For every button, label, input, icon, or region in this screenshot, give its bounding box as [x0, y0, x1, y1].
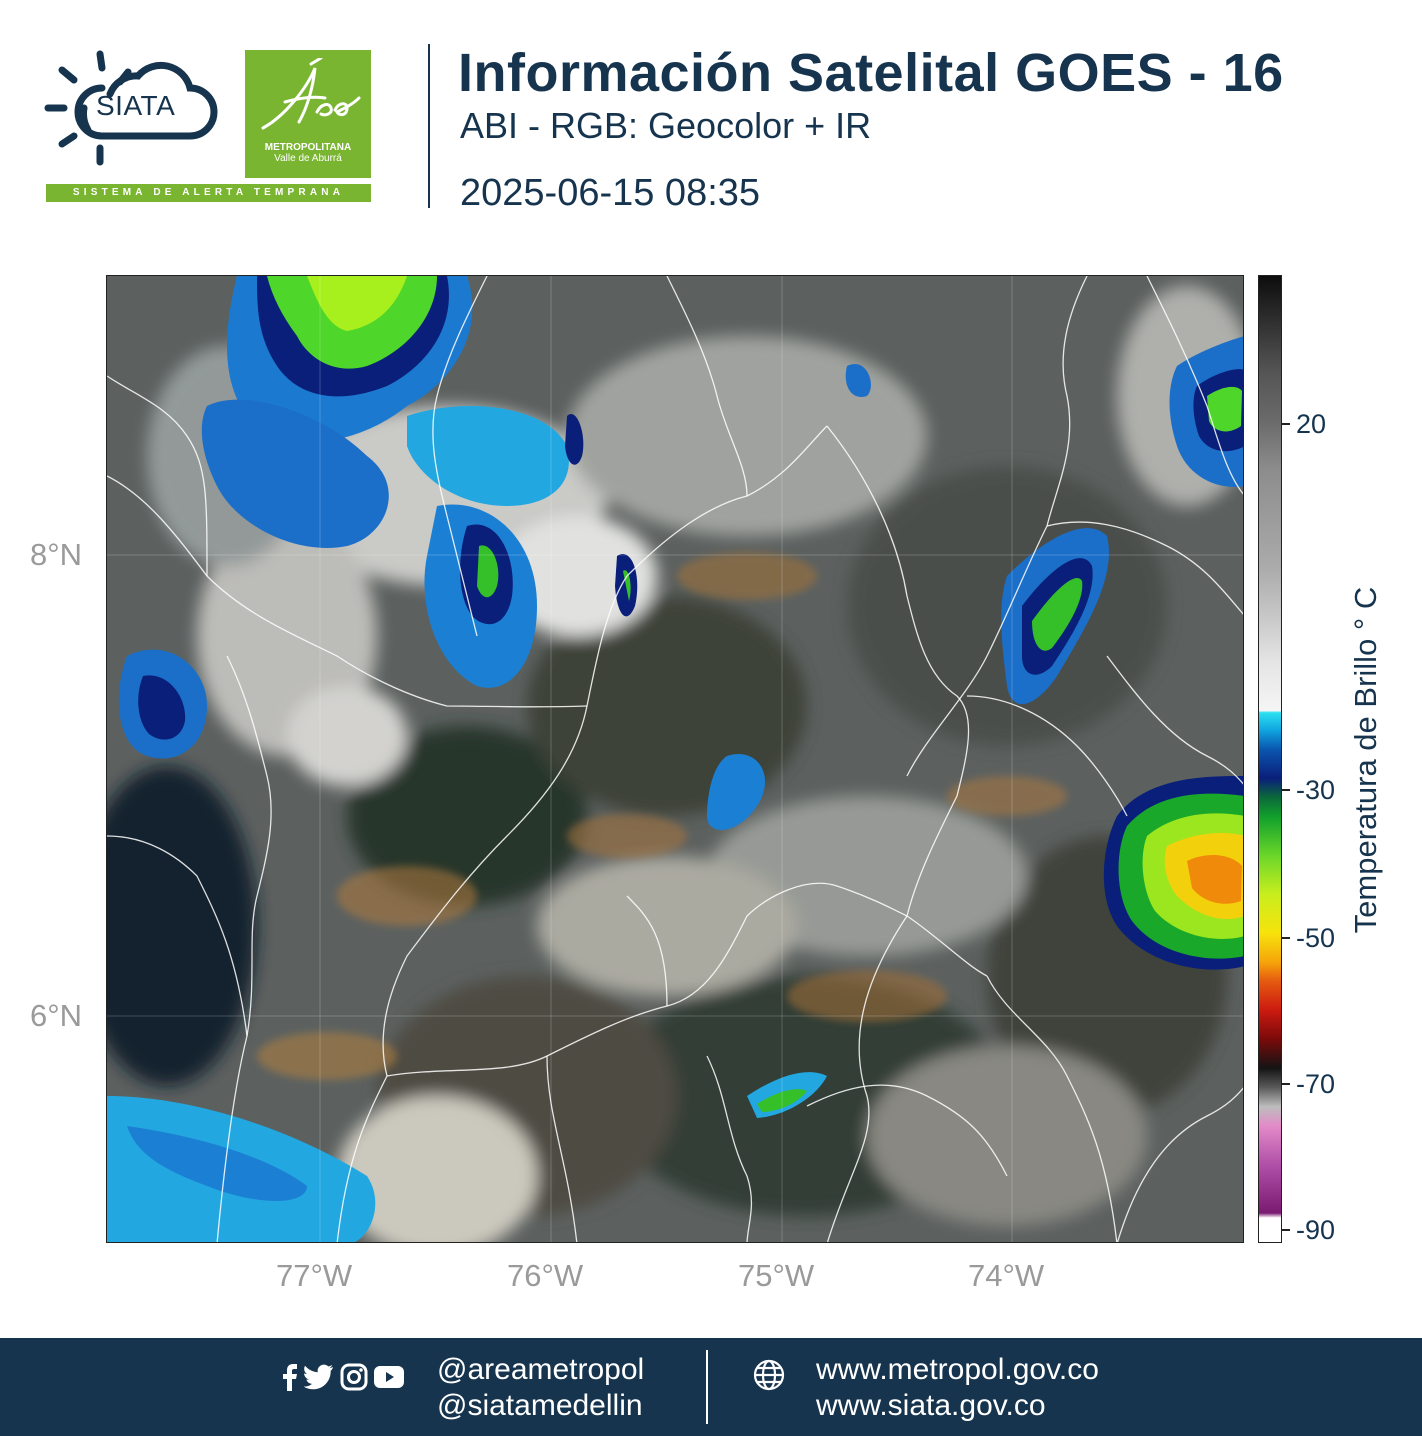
colorbar-tick-minus30 — [1282, 789, 1290, 791]
siata-logo-text: SIATA — [96, 90, 176, 121]
area-logo-line1: METROPOLITANA — [264, 142, 352, 153]
colorbar-tick-minus70 — [1282, 1083, 1290, 1085]
lat-label-6n: 6°N — [30, 998, 83, 1033]
colorbar-label-minus30: -30 — [1296, 775, 1336, 805]
colorbar-tick-minus50 — [1282, 937, 1290, 939]
footer-handle-siatamedellin[interactable]: @siatamedellin — [437, 1388, 643, 1424]
social-icons — [282, 1360, 404, 1394]
footer-divider — [706, 1350, 708, 1424]
siata-logo: SIATA — [40, 44, 230, 184]
logo-strip: SISTEMA DE ALERTA TEMPRANA — [46, 184, 371, 202]
page-title: Información Satelital GOES - 16 — [458, 43, 1284, 103]
instagram-icon[interactable] — [340, 1363, 368, 1391]
footer — [0, 1338, 1422, 1436]
colorbar-label-minus70: -70 — [1296, 1069, 1336, 1099]
twitter-icon[interactable] — [304, 1364, 334, 1390]
header-divider — [428, 44, 430, 208]
satellite-map — [106, 275, 1244, 1243]
youtube-icon[interactable] — [374, 1366, 404, 1388]
facebook-icon[interactable] — [282, 1363, 298, 1391]
page-subtitle: ABI - RGB: Geocolor + IR — [460, 105, 872, 146]
colorbar-label-minus50: -50 — [1296, 923, 1336, 953]
lat-label-8n: 8°N — [30, 537, 83, 572]
temperature-colorbar — [1258, 275, 1282, 1243]
footer-url-siata[interactable]: www.siata.gov.co — [816, 1388, 1046, 1424]
satellite-imagery — [107, 276, 1243, 1242]
colorbar-tick-20 — [1282, 423, 1290, 425]
footer-handle-areametropol[interactable]: @areametropol — [437, 1352, 644, 1388]
area-metropolitana-logo: METROPOLITANA Valle de Aburrá — [245, 50, 371, 178]
lon-label-77w: 77°W — [276, 1258, 353, 1293]
colorbar-label-20: 20 — [1296, 409, 1327, 439]
area-logo-line2: Valle de Aburrá — [274, 153, 342, 164]
colorbar-title: Temperatura de Brillo ° C — [1348, 586, 1383, 934]
lon-label-75w: 75°W — [738, 1258, 815, 1293]
colorbar-label-minus90: -90 — [1296, 1215, 1336, 1245]
lon-label-74w: 74°W — [968, 1258, 1045, 1293]
lon-label-76w: 76°W — [507, 1258, 584, 1293]
globe-icon — [753, 1359, 785, 1391]
image-datetime: 2025-06-15 08:35 — [460, 172, 761, 214]
footer-url-metropol[interactable]: www.metropol.gov.co — [816, 1352, 1099, 1388]
area-script-logo — [261, 58, 361, 130]
colorbar-tick-minus90 — [1282, 1229, 1290, 1231]
